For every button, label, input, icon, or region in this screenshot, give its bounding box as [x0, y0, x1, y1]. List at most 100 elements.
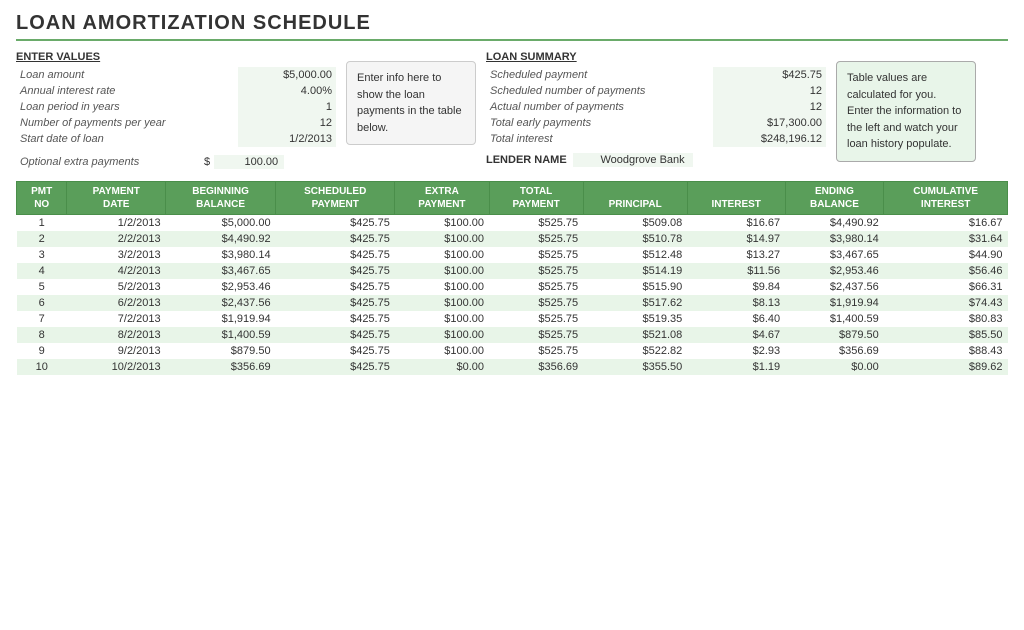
page-title: LOAN AMORTIZATION SCHEDULE	[16, 12, 1008, 41]
table-cell: 10	[17, 359, 67, 375]
table-row: 88/2/2013$1,400.59$425.75$100.00$525.75$…	[17, 327, 1008, 343]
table-cell: $100.00	[395, 279, 489, 295]
table-cell: $66.31	[884, 279, 1008, 295]
ls-value: 12	[713, 83, 826, 99]
loan-summary-table: Scheduled payment$425.75Scheduled number…	[486, 67, 826, 147]
table-cell: 9/2/2013	[67, 343, 166, 359]
table-cell: $519.35	[583, 311, 687, 327]
table-cell: $879.50	[785, 327, 884, 343]
ls-row: Scheduled number of payments12	[486, 83, 826, 99]
table-cell: $16.67	[687, 215, 785, 232]
ls-value: $17,300.00	[713, 115, 826, 131]
table-cell: 4	[17, 263, 67, 279]
table-header-cell: PAYMENTDATE	[67, 182, 166, 215]
table-cell: $31.64	[884, 231, 1008, 247]
table-cell: 8	[17, 327, 67, 343]
table-cell: $525.75	[489, 247, 583, 263]
table-cell: $100.00	[395, 295, 489, 311]
ev-row: Loan amount$5,000.00	[16, 67, 336, 83]
table-cell: 3	[17, 247, 67, 263]
table-cell: 1/2/2013	[67, 215, 166, 232]
table-cell: $525.75	[489, 263, 583, 279]
ev-row: Annual interest rate4.00%	[16, 83, 336, 99]
table-cell: $8.13	[687, 295, 785, 311]
table-cell: $509.08	[583, 215, 687, 232]
table-cell: $4.67	[687, 327, 785, 343]
table-cell: 7	[17, 311, 67, 327]
table-cell: $510.78	[583, 231, 687, 247]
ev-label: Loan amount	[16, 67, 238, 83]
ev-label: Start date of loan	[16, 131, 238, 147]
table-cell: 10/2/2013	[67, 359, 166, 375]
ev-value: 12	[238, 115, 336, 131]
table-cell: $4,490.92	[166, 231, 276, 247]
table-cell: $425.75	[276, 279, 395, 295]
table-cell: $425.75	[276, 295, 395, 311]
table-cell: $13.27	[687, 247, 785, 263]
table-cell: 3/2/2013	[67, 247, 166, 263]
ev-label: Number of payments per year	[16, 115, 238, 131]
table-cell: $44.90	[884, 247, 1008, 263]
ls-label: Scheduled number of payments	[486, 83, 713, 99]
info-bubble: Enter info here to show the loan payment…	[346, 61, 476, 145]
extra-payments-label: Optional extra payments	[20, 156, 200, 168]
table-cell: $89.62	[884, 359, 1008, 375]
table-cell: $4,490.92	[785, 215, 884, 232]
ev-value: 1/2/2013	[238, 131, 336, 147]
ls-value: $248,196.12	[713, 131, 826, 147]
table-cell: $14.97	[687, 231, 785, 247]
table-cell: $100.00	[395, 311, 489, 327]
ls-row: Scheduled payment$425.75	[486, 67, 826, 83]
table-row: 44/2/2013$3,467.65$425.75$100.00$525.75$…	[17, 263, 1008, 279]
table-cell: $100.00	[395, 247, 489, 263]
ls-label: Total early payments	[486, 115, 713, 131]
table-cell: $0.00	[785, 359, 884, 375]
table-cell: $425.75	[276, 359, 395, 375]
table-cell: $1,919.94	[166, 311, 276, 327]
table-cell: $2.93	[687, 343, 785, 359]
table-cell: $525.75	[489, 311, 583, 327]
table-cell: $1,400.59	[166, 327, 276, 343]
loan-summary-heading: LOAN SUMMARY	[486, 51, 826, 63]
table-header-cell: PMTNO	[17, 182, 67, 215]
table-header-cell: CUMULATIVEINTEREST	[884, 182, 1008, 215]
table-cell: $85.50	[884, 327, 1008, 343]
ev-value: 4.00%	[238, 83, 336, 99]
table-cell: $1.19	[687, 359, 785, 375]
table-cell: $525.75	[489, 215, 583, 232]
ev-row: Start date of loan1/2/2013	[16, 131, 336, 147]
lender-value: Woodgrove Bank	[573, 153, 693, 167]
ls-value: $425.75	[713, 67, 826, 83]
table-cell: $100.00	[395, 343, 489, 359]
table-cell: 7/2/2013	[67, 311, 166, 327]
table-cell: $100.00	[395, 231, 489, 247]
table-cell: $3,980.14	[785, 231, 884, 247]
table-header-cell: SCHEDULEDPAYMENT	[276, 182, 395, 215]
lender-label: LENDER NAME	[486, 154, 567, 166]
table-cell: $525.75	[489, 279, 583, 295]
enter-values-heading: ENTER VALUES	[16, 51, 336, 63]
table-header-cell: INTEREST	[687, 182, 785, 215]
ev-row: Number of payments per year12	[16, 115, 336, 131]
ev-row: Loan period in years1	[16, 99, 336, 115]
table-cell: $2,953.46	[166, 279, 276, 295]
enter-values-panel: ENTER VALUES Loan amount$5,000.00Annual …	[16, 51, 336, 171]
table-cell: $425.75	[276, 247, 395, 263]
table-cell: $356.69	[166, 359, 276, 375]
table-cell: $512.48	[583, 247, 687, 263]
ev-value: $5,000.00	[238, 67, 336, 83]
table-cell: $356.69	[785, 343, 884, 359]
table-row: 22/2/2013$4,490.92$425.75$100.00$525.75$…	[17, 231, 1008, 247]
table-cell: $514.19	[583, 263, 687, 279]
table-cell: 8/2/2013	[67, 327, 166, 343]
table-row: 11/2/2013$5,000.00$425.75$100.00$525.75$…	[17, 215, 1008, 232]
table-cell: $2,953.46	[785, 263, 884, 279]
table-cell: $425.75	[276, 311, 395, 327]
table-cell: $2,437.56	[785, 279, 884, 295]
extra-payments-row: Optional extra payments $ 100.00	[16, 153, 336, 171]
table-cell: $517.62	[583, 295, 687, 311]
table-cell: $5,000.00	[166, 215, 276, 232]
table-cell: $6.40	[687, 311, 785, 327]
table-cell: $425.75	[276, 231, 395, 247]
table-cell: 1	[17, 215, 67, 232]
